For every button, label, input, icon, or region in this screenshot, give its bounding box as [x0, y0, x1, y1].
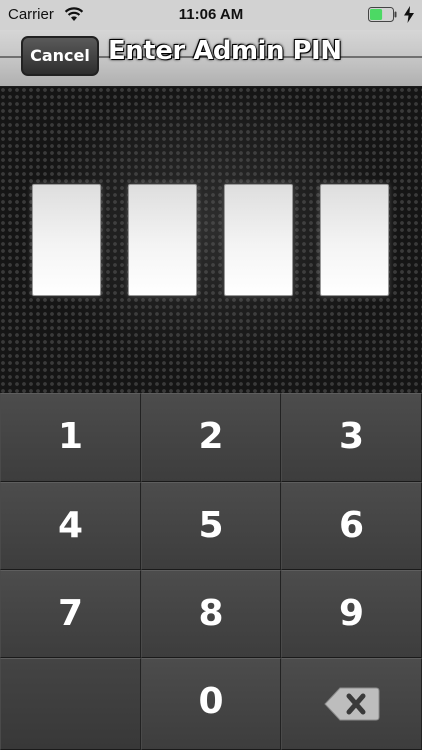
key-label: 1 [57, 416, 84, 457]
backspace-icon [324, 687, 380, 721]
backspace-key[interactable] [281, 658, 422, 750]
key-6[interactable]: 6 [281, 482, 422, 570]
battery-fill [370, 9, 383, 20]
cancel-button[interactable]: Cancel [21, 36, 99, 76]
key-label: 0 [198, 681, 224, 722]
clock-time: 11:06 AM [178, 6, 244, 23]
key-9[interactable]: 9 [281, 570, 422, 658]
numeric-keypad: 1 2 3 4 5 6 7 8 9 0 [0, 393, 422, 750]
battery-icon [368, 7, 397, 22]
pin-entry-screen: Carrier 11:06 AM Cancel Enter Admin PIN … [0, 0, 422, 750]
pin-digit-box-4 [320, 184, 389, 296]
title-bar: Cancel Enter Admin PIN [0, 30, 422, 87]
page-title: Enter Admin PIN [108, 36, 342, 66]
key-label: 6 [338, 505, 365, 546]
key-2[interactable]: 2 [141, 393, 281, 482]
key-label: 2 [198, 416, 224, 457]
key-label: 8 [198, 593, 224, 634]
key-8[interactable]: 8 [141, 570, 281, 658]
key-7[interactable]: 7 [0, 570, 141, 658]
pin-digit-box-2 [128, 184, 197, 296]
key-label: 7 [57, 593, 84, 634]
key-label: 5 [198, 505, 224, 546]
pin-digit-box-3 [224, 184, 293, 296]
charging-bolt-icon [404, 6, 414, 23]
key-label: 4 [57, 505, 84, 546]
key-label: 9 [338, 593, 365, 634]
pin-digit-box-1 [32, 184, 101, 296]
status-bar: Carrier 11:06 AM [0, 0, 422, 30]
key-blank [0, 658, 141, 750]
pin-display [0, 87, 422, 393]
key-3[interactable]: 3 [281, 393, 422, 482]
key-5[interactable]: 5 [141, 482, 281, 570]
key-label: 3 [338, 416, 365, 457]
key-0[interactable]: 0 [141, 658, 281, 750]
key-1[interactable]: 1 [0, 393, 141, 482]
key-4[interactable]: 4 [0, 482, 141, 570]
